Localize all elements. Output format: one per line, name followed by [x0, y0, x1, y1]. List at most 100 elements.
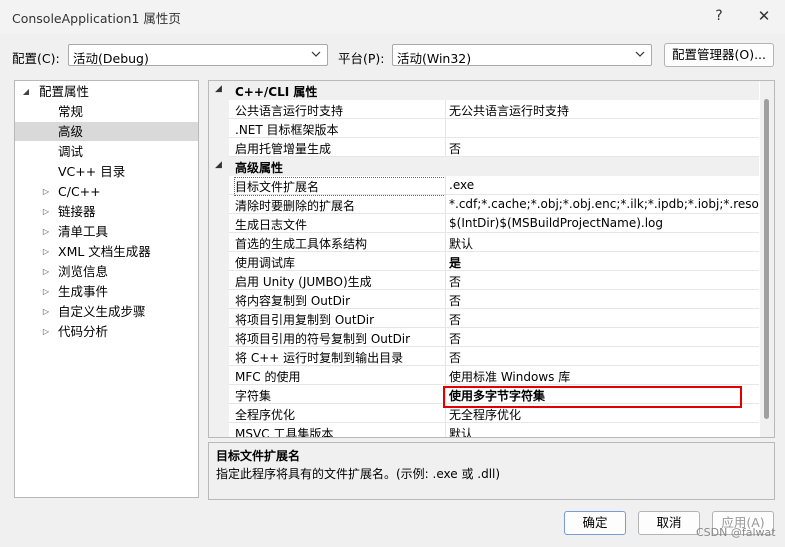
tree-item[interactable]: ▷ 链接器 — [15, 202, 198, 221]
grid-row[interactable]: 启用托管增量生成 否 — [209, 138, 759, 157]
grid-row[interactable]: 使用调试库 是 — [209, 252, 759, 271]
column-divider[interactable] — [445, 100, 446, 119]
property-value[interactable]: 无全程序优化 — [449, 406, 759, 423]
grid-row[interactable]: .NET 目标框架版本 — [209, 119, 759, 138]
tree-item[interactable]: 常规 — [15, 102, 198, 121]
expand-arrow-icon[interactable]: ▷ — [41, 242, 51, 261]
column-divider[interactable] — [445, 119, 446, 138]
tree-item[interactable]: ▷ 生成事件 — [15, 282, 198, 301]
column-divider[interactable] — [445, 252, 446, 271]
column-divider[interactable] — [445, 366, 446, 385]
cancel-button[interactable]: 取消 — [638, 511, 700, 535]
column-divider[interactable] — [445, 423, 446, 437]
property-name: 生成日志文件 — [235, 218, 308, 232]
grid-row[interactable]: 将内容复制到 OutDir 否 — [209, 290, 759, 309]
grid-row[interactable]: 公共语言运行时支持 无公共语言运行时支持 — [209, 100, 759, 119]
collapse-arrow-icon[interactable]: ◢ — [215, 160, 222, 170]
tree-item[interactable]: ▷ XML 文档生成器 — [15, 242, 198, 261]
vertical-scrollbar[interactable] — [760, 81, 774, 437]
tree-item[interactable]: 高级 — [15, 122, 198, 141]
column-divider[interactable] — [445, 309, 446, 328]
grid-row[interactable]: 启用 Unity (JUMBO)生成 否 — [209, 271, 759, 290]
property-value[interactable]: 是 — [449, 254, 759, 271]
tree-item[interactable]: ▷ 清单工具 — [15, 222, 198, 241]
config-value: 活动(Debug) — [73, 51, 149, 66]
grid-row[interactable]: MSVC 工具集版本 默认 — [209, 423, 759, 437]
tree-item[interactable]: ▷ 代码分析 — [15, 322, 198, 341]
row-gutter — [209, 423, 229, 437]
grid-row[interactable]: MFC 的使用 使用标准 Windows 库 — [209, 366, 759, 385]
column-divider[interactable] — [445, 195, 446, 214]
expand-arrow-icon[interactable]: ▷ — [41, 302, 51, 321]
row-gutter — [209, 233, 229, 252]
property-value[interactable]: 否 — [449, 349, 759, 366]
tree-item[interactable]: ▷ C/C++ — [15, 182, 198, 201]
tree-item[interactable]: VC++ 目录 — [15, 162, 198, 181]
row-gutter — [209, 138, 229, 157]
column-divider[interactable] — [445, 138, 446, 157]
tree-item-label: 自定义生成步骤 — [58, 304, 146, 319]
config-dropdown[interactable]: 活动(Debug) — [68, 44, 328, 66]
tree-item-label: 链接器 — [58, 204, 96, 219]
configuration-manager-button[interactable]: 配置管理器(O)... — [664, 43, 774, 67]
column-divider[interactable] — [445, 271, 446, 290]
column-divider[interactable] — [445, 176, 446, 195]
column-divider[interactable] — [445, 290, 446, 309]
platform-dropdown[interactable]: 活动(Win32) — [392, 44, 652, 66]
property-value[interactable]: $(IntDir)$(MSBuildProjectName).log — [449, 216, 759, 230]
tree-item-label: C/C++ — [58, 184, 101, 199]
property-value[interactable]: 否 — [449, 311, 759, 328]
chevron-down-icon — [635, 51, 645, 57]
tree-item[interactable]: ▷ 自定义生成步骤 — [15, 302, 198, 321]
expand-arrow-icon[interactable]: ▷ — [41, 182, 51, 201]
row-gutter — [209, 176, 229, 195]
expand-arrow-icon[interactable]: ◢ — [21, 82, 31, 101]
expand-arrow-icon[interactable]: ▷ — [41, 262, 51, 281]
property-name: 清除时要删除的扩展名 — [235, 199, 356, 213]
grid-row[interactable]: 将项目引用的符号复制到 OutDir 否 — [209, 328, 759, 347]
watermark: CSDN @falwat — [696, 526, 776, 539]
property-value[interactable]: 否 — [449, 292, 759, 309]
grid-row[interactable]: 将项目引用复制到 OutDir 否 — [209, 309, 759, 328]
property-value[interactable]: 无公共语言运行时支持 — [449, 102, 759, 119]
column-divider[interactable] — [445, 347, 446, 366]
help-button[interactable]: ? — [708, 4, 730, 28]
property-name: 将 C++ 运行时复制到输出目录 — [235, 351, 404, 365]
row-gutter — [209, 195, 229, 214]
grid-row[interactable]: 清除时要删除的扩展名 *.cdf;*.cache;*.obj;*.obj.enc;… — [209, 195, 759, 214]
column-divider[interactable] — [445, 328, 446, 347]
property-value[interactable]: *.cdf;*.cache;*.obj;*.obj.enc;*.ilk;*.ip… — [449, 197, 759, 211]
property-name: 将项目引用的符号复制到 OutDir — [235, 332, 411, 346]
grid-row[interactable]: 首选的生成工具体系结构 默认 — [209, 233, 759, 252]
expand-arrow-icon[interactable]: ▷ — [41, 222, 51, 241]
property-value[interactable]: 否 — [449, 140, 759, 157]
tree-item[interactable]: 调试 — [15, 142, 198, 161]
property-value[interactable]: 默认 — [449, 425, 759, 437]
grid-row[interactable]: 目标文件扩展名 .exe — [209, 176, 759, 196]
tree-item[interactable]: ▷ 浏览信息 — [15, 262, 198, 281]
scrollbar-thumb[interactable] — [764, 99, 769, 419]
grid-category[interactable]: ◢ C++/CLI 属性 — [209, 81, 759, 100]
property-value[interactable]: .exe — [449, 178, 759, 192]
grid-category[interactable]: ◢ 高级属性 — [209, 157, 759, 176]
ok-button[interactable]: 确定 — [564, 511, 626, 535]
property-value[interactable]: 否 — [449, 273, 759, 290]
column-divider[interactable] — [445, 214, 446, 233]
expand-arrow-icon[interactable]: ▷ — [41, 202, 51, 221]
grid-row[interactable]: 生成日志文件 $(IntDir)$(MSBuildProjectName).log — [209, 214, 759, 233]
highlight-box — [443, 386, 742, 408]
close-button[interactable]: ✕ — [752, 4, 776, 28]
property-name: 首选的生成工具体系结构 — [235, 237, 368, 251]
expand-arrow-icon[interactable]: ▷ — [41, 282, 51, 301]
grid-row[interactable]: 将 C++ 运行时复制到输出目录 否 — [209, 347, 759, 366]
tree-root-config-properties[interactable]: ◢ 配置属性 — [15, 82, 198, 101]
window-title: ConsoleApplication1 属性页 — [12, 11, 181, 26]
property-value[interactable]: 否 — [449, 330, 759, 347]
property-grid: ◢ C++/CLI 属性 公共语言运行时支持 无公共语言运行时支持 .NET 目标框架版… — [208, 80, 775, 438]
property-value[interactable]: 默认 — [449, 235, 759, 252]
expand-arrow-icon[interactable]: ▷ — [41, 322, 51, 341]
property-value[interactable]: 使用标准 Windows 库 — [449, 368, 759, 385]
collapse-arrow-icon[interactable]: ◢ — [215, 84, 222, 94]
platform-value: 活动(Win32) — [397, 51, 472, 66]
column-divider[interactable] — [445, 233, 446, 252]
